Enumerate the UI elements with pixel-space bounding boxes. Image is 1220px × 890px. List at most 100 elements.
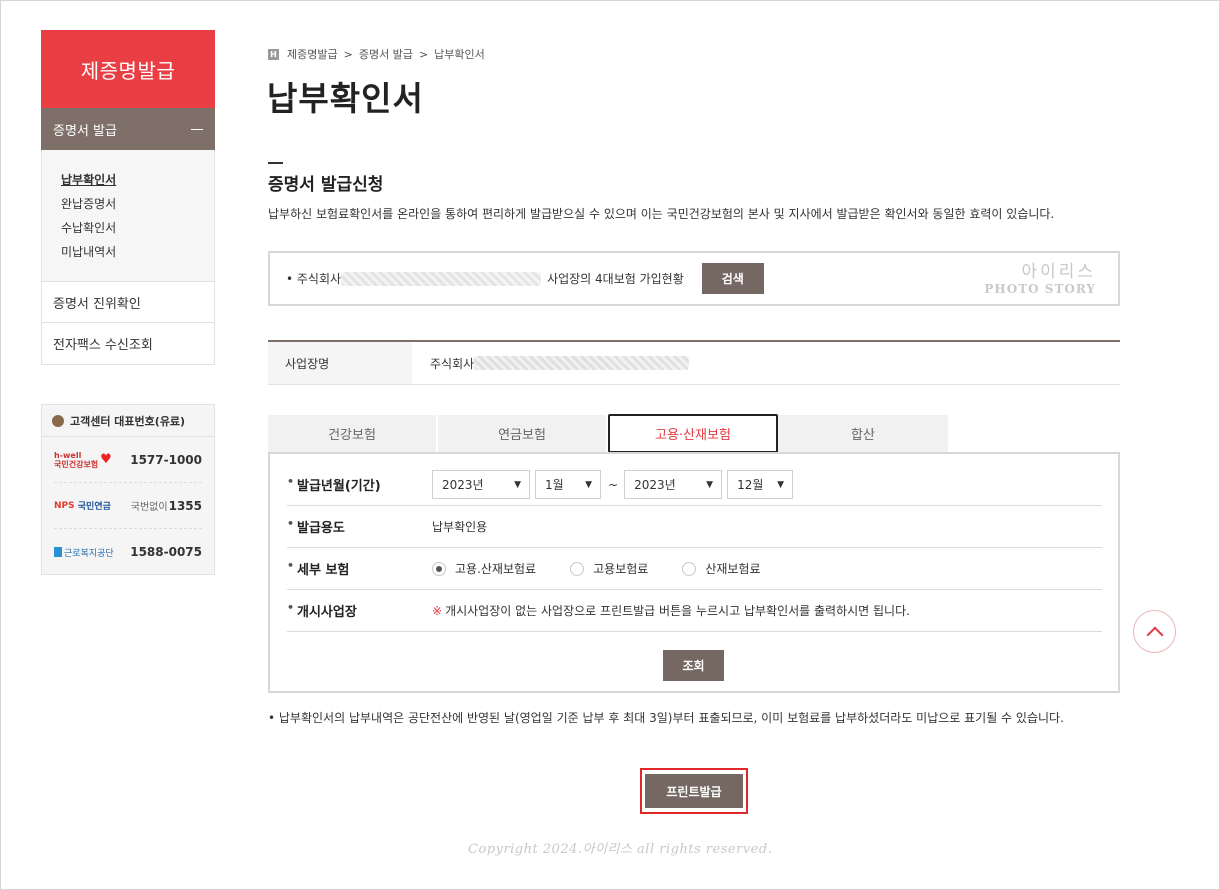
breadcrumb: H 제증명발급 > 증명서 발급 > 납부확인서 [268, 46, 485, 62]
search-suffix: 사업장의 4대보험 가입현황 [547, 272, 684, 286]
sidebar-section-certificate[interactable]: 증명서 발급 [41, 108, 215, 150]
chevron-down-icon: ▼ [514, 479, 521, 490]
to-year-value: 2023년 [634, 478, 676, 492]
tab-pension-insurance[interactable]: 연금보험 [438, 415, 608, 452]
sidebar-item-full-payment-cert[interactable]: 완납증명서 [61, 195, 214, 219]
heart-icon: ♥ [100, 452, 112, 467]
nps-logo-text: 국민연금 [77, 502, 111, 512]
chevron-down-icon: ▼ [777, 479, 785, 490]
detail-insurance-label: 세부 보험 [287, 559, 432, 578]
watermark-line2: PHOTO STORY [984, 282, 1096, 296]
from-month-select[interactable]: 1월 ▼ [535, 470, 601, 499]
sidebar-item-efax-lookup[interactable]: 전자팩스 수신조회 [41, 323, 215, 365]
to-year-select[interactable]: 2023년 ▼ [624, 470, 723, 499]
radio-employment[interactable]: 고용보험료 [570, 560, 648, 577]
from-year-select[interactable]: 2023년 ▼ [432, 470, 530, 499]
nhis-logo: h-well 국민건강보험 ♥ [54, 451, 112, 469]
business-info-table: 사업장명 주식회사 [268, 340, 1120, 385]
tab-combined[interactable]: 합산 [778, 415, 948, 452]
phone-number: 국번없이1355 [131, 498, 202, 513]
purpose-label: 발급용도 [287, 517, 432, 536]
watermark: 아이리스 PHOTO STORY [984, 257, 1096, 296]
form-row-purpose: 발급용도 납부확인용 [287, 506, 1102, 548]
radio-label: 고용보험료 [593, 562, 649, 576]
radio-label: 고용.산재보험료 [455, 562, 537, 576]
business-name-value: 주식회사 [412, 342, 690, 384]
chevron-up-icon [1146, 626, 1163, 643]
from-month-value: 1월 [545, 478, 564, 492]
comwel-logo-text: 근로복지공단 [64, 548, 114, 559]
issue-form: 발급년월(기간) 2023년 ▼ 1월 ▼ ~ 2023년 ▼ 12월 ▼ 발급용도 납… [268, 452, 1120, 693]
customer-center-row: NPS 국민연금 국번없이1355 [54, 483, 202, 529]
copyright-watermark: Copyright 2024.아이리스 all rights reserved. [468, 842, 773, 857]
print-issue-button[interactable]: 프린트발급 [645, 774, 743, 808]
to-month-value: 12월 [737, 478, 764, 492]
breadcrumb-item[interactable]: 증명서 발급 [359, 46, 413, 62]
query-button[interactable]: 조회 [663, 650, 724, 681]
sidebar-section-label: 증명서 발급 [53, 123, 117, 139]
sidebar: 제증명발급 증명서 발급 납부확인서 완납증명서 수납확인서 미납내역서 증명서… [41, 30, 215, 365]
customer-center-row: h-well 국민건강보험 ♥ 1577-1000 [54, 437, 202, 483]
sidebar-item-receipt-confirmation[interactable]: 수납확인서 [61, 219, 214, 243]
customer-center-header: 고객센터 대표번호(유료) [42, 405, 214, 437]
scroll-top-button[interactable] [1133, 610, 1176, 653]
tab-employment-accident-insurance[interactable]: 고용·산재보험 [608, 414, 778, 453]
sidebar-submenu: 납부확인서 완납증명서 수납확인서 미납내역서 [41, 150, 215, 281]
to-month-select[interactable]: 12월 ▼ [727, 470, 794, 499]
form-row-detail-insurance: 세부 보험 고용.산재보험료 고용보험료 산재보험료 [287, 548, 1102, 590]
sidebar-item-authenticity-check[interactable]: 증명서 진위확인 [41, 281, 215, 323]
phone-number-value: 1355 [168, 499, 202, 513]
payment-note: • 납부확인서의 납부내역은 공단전산에 반영된 날(영업일 기준 납부 후 최… [268, 711, 1064, 725]
site-label: 개시사업장 [287, 601, 432, 620]
chevron-down-icon: ▼ [585, 479, 592, 490]
business-name-prefix: 주식회사 [430, 356, 475, 371]
search-prefix: • 주식회사 [286, 272, 342, 286]
watermark-line1: 아이리스 [1021, 262, 1096, 282]
search-button[interactable]: 검색 [701, 263, 764, 294]
radio-empty-icon[interactable] [682, 561, 697, 576]
purpose-value: 납부확인용 [432, 520, 488, 534]
section-title: 증명서 발급신청 [268, 175, 384, 195]
customer-center-row: 근로복지공단 1588-0075 [54, 529, 202, 575]
tab-health-insurance[interactable]: 건강보험 [268, 415, 438, 452]
radio-accident[interactable]: 산재보험료 [682, 560, 761, 577]
nps-logo-mark: NPS [54, 500, 75, 511]
form-row-site: 개시사업장 ※ 개시사업장이 없는 사업장으로 프린트발급 버튼을 누르시고 납… [287, 590, 1102, 632]
business-name-label: 사업장명 [268, 342, 412, 384]
section-description: 납부하신 보험료확인서를 온라인을 통하여 편리하게 발급받으실 수 있으며 이… [268, 207, 1055, 221]
nhis-logo-text: 국민건강보험 [54, 459, 99, 469]
chevron-down-icon: ▼ [706, 479, 714, 490]
home-icon[interactable]: H [268, 48, 279, 60]
site-notice: 개시사업장이 없는 사업장으로 프린트발급 버튼을 누르시고 납부확인서를 출력… [445, 604, 910, 618]
range-tilde: ~ [608, 477, 619, 492]
phone-number: 1577-1000 [130, 452, 202, 467]
print-button-highlight: 프린트발급 [640, 768, 748, 814]
breadcrumb-item-current: 납부확인서 [434, 48, 485, 61]
radio-employment-accident[interactable]: 고용.산재보험료 [432, 560, 536, 577]
comwel-logo-mark [54, 547, 62, 557]
from-year-value: 2023년 [442, 478, 484, 492]
radio-selected-icon[interactable] [432, 561, 446, 576]
breadcrumb-separator: > [418, 47, 429, 61]
breadcrumb-separator: > [343, 47, 353, 61]
radio-empty-icon[interactable] [570, 561, 585, 576]
form-row-period: 발급년월(기간) 2023년 ▼ 1월 ▼ ~ 2023년 ▼ 12월 ▼ [287, 464, 1102, 506]
page-title: 납부확인서 [267, 79, 424, 118]
comwel-logo: 근로복지공단 [54, 546, 114, 559]
nps-logo: NPS 국민연금 [54, 499, 111, 513]
customer-center-box: 고객센터 대표번호(유료) h-well 국민건강보험 ♥ 1577-1000 N… [41, 404, 215, 575]
collapse-minus-icon[interactable] [191, 128, 203, 130]
breadcrumb-item[interactable]: 제증명발급 [287, 46, 338, 62]
blurred-company-name [341, 271, 542, 286]
customer-center-title: 고객센터 대표번호(유료) [70, 414, 186, 428]
company-search-box: • 주식회사 사업장의 4대보험 가입현황 검색 아이리스 PHOTO STOR… [268, 251, 1120, 306]
notice-mark: ※ [432, 603, 443, 618]
phone-icon [52, 414, 64, 427]
blurred-business-name [474, 356, 690, 370]
radio-label: 산재보험료 [705, 562, 761, 576]
period-label: 발급년월(기간) [287, 475, 432, 494]
nhis-logo-text-top: h-well [54, 450, 82, 460]
insurance-tabs: 건강보험 연금보험 고용·산재보험 합산 [268, 414, 948, 453]
sidebar-item-unpaid-statement[interactable]: 미납내역서 [61, 243, 214, 267]
sidebar-item-payment-confirmation[interactable]: 납부확인서 [61, 171, 214, 195]
